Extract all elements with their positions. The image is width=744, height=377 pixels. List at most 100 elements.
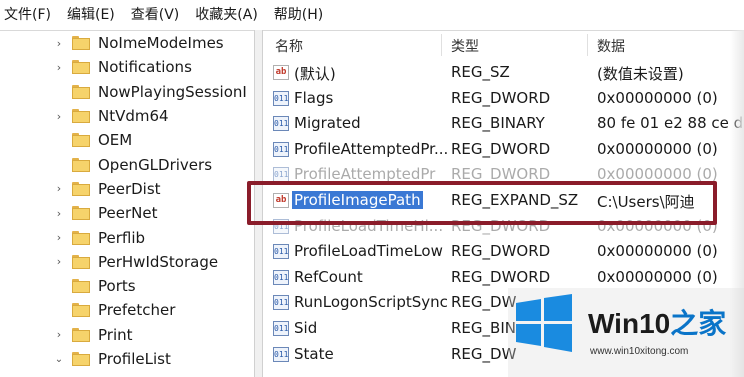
folder-icon [72, 157, 90, 172]
expand-arrow-icon[interactable]: › [54, 328, 64, 341]
binary-value-icon: 011 [273, 320, 289, 336]
expand-arrow-icon[interactable]: › [54, 231, 64, 244]
value-type: REG_DWORD [451, 88, 551, 107]
expand-arrow-icon[interactable]: › [54, 255, 64, 268]
watermark-title: Win10之家 [588, 302, 726, 342]
value-name: RunLogonScriptSync [294, 293, 448, 312]
binary-value-icon: 011 [273, 269, 289, 285]
value-row[interactable]: 011 RefCount REG_DWORD 0x00000000 (0) [263, 265, 744, 291]
folder-icon [72, 327, 90, 342]
value-type: REG_DW [451, 344, 517, 363]
value-row[interactable]: 011 ProfileLoadTimeLow REG_DWORD 0x00000… [263, 239, 744, 265]
folder-icon [72, 254, 90, 269]
expand-arrow-icon[interactable]: › [54, 61, 64, 74]
tree-item[interactable]: › PeerNet [0, 201, 254, 225]
value-name: Flags [294, 88, 334, 107]
expand-arrow-icon[interactable]: › [54, 207, 64, 220]
string-value-icon: ab [273, 65, 289, 80]
binary-value-icon: 011 [273, 346, 289, 362]
tree-item[interactable]: › Perflib [0, 225, 254, 249]
column-divider[interactable] [587, 34, 588, 56]
column-divider[interactable] [441, 34, 442, 56]
tree-item-label: PeerNet [98, 204, 158, 223]
value-data: 0x00000000 (0) [597, 242, 718, 261]
folder-icon [72, 109, 90, 124]
binary-value-icon: 011 [273, 141, 289, 157]
tree-item-label: PeerDist [98, 179, 161, 198]
menu-help[interactable]: 帮助(H) [266, 0, 331, 30]
value-type: REG_BIN [451, 318, 516, 337]
value-data: 0x00000000 (0) [597, 267, 718, 286]
value-row[interactable]: 011 Migrated REG_BINARY 80 fe 01 e2 88 c… [263, 111, 744, 137]
binary-value-icon: 011 [273, 116, 289, 132]
menu-edit[interactable]: 编辑(E) [59, 0, 123, 30]
value-data: 0x00000000 (0) [597, 139, 718, 158]
folder-icon [72, 279, 90, 294]
value-name: ProfileLoadTimeLow [294, 242, 443, 261]
column-header-name[interactable]: 名称 [275, 36, 303, 56]
value-data: (数值未设置) [597, 65, 684, 83]
value-row[interactable]: ab (默认) REG_SZ (数值未设置) [263, 60, 744, 86]
collapse-arrow-icon[interactable]: ⌄ [54, 354, 64, 365]
tree-item-label: OpenGLDrivers [98, 155, 213, 174]
tree-item-label: Perflib [98, 228, 146, 247]
tree-item-label: NtVdm64 [98, 107, 169, 126]
list-header: 名称 类型 数据 [263, 30, 744, 60]
tree-item-label: NowPlayingSessionI [98, 82, 247, 101]
watermark: Win10之家 www.win10xitong.com [508, 288, 744, 377]
value-type: REG_DWORD [451, 267, 551, 286]
tree-item-label: Prefetcher [98, 301, 176, 320]
tree-item-label: OEM [98, 131, 133, 150]
column-header-type[interactable]: 类型 [451, 36, 479, 56]
tree-item-label: PerHwIdStorage [98, 252, 219, 271]
tree-item-label: Notifications [98, 58, 192, 77]
registry-tree: › NoImeModeImes › Notifications NowPlaying… [0, 31, 254, 377]
watermark-url: www.win10xitong.com [590, 346, 689, 357]
value-type: REG_DWORD [451, 242, 551, 261]
tree-item-label: Print [98, 325, 133, 344]
tree-item[interactable]: OEM [0, 128, 254, 152]
tree-item[interactable]: Ports [0, 274, 254, 298]
folder-icon [72, 303, 90, 318]
value-name: (默认) [294, 65, 336, 83]
tree-item[interactable]: NowPlayingSessionI [0, 80, 254, 104]
column-header-data[interactable]: 数据 [597, 36, 625, 56]
value-row[interactable]: 011 Flags REG_DWORD 0x00000000 (0) [263, 86, 744, 112]
watermark-title-main: Win10 [588, 308, 671, 339]
expand-arrow-icon[interactable]: › [54, 110, 64, 123]
folder-icon [72, 84, 90, 99]
tree-item-profilelist[interactable]: ⌄ ProfileList [0, 347, 254, 371]
menu-view[interactable]: 查看(V) [123, 0, 188, 30]
menu-bar: 文件(F) 编辑(E) 查看(V) 收藏夹(A) 帮助(H) [0, 0, 744, 31]
tree-item[interactable]: › Notifications [0, 55, 254, 79]
value-name: ProfileAttemptedPr... [294, 139, 449, 158]
value-data: 80 fe 01 e2 88 ce d [597, 114, 744, 133]
tree-item[interactable]: › PeerDist [0, 177, 254, 201]
folder-icon [72, 36, 90, 51]
folder-open-icon [72, 352, 90, 366]
value-data: 0x00000000 (0) [597, 88, 718, 107]
menu-favorites[interactable]: 收藏夹(A) [187, 0, 266, 30]
value-name: RefCount [294, 267, 363, 286]
value-row[interactable]: 011 ProfileAttemptedPr... REG_DWORD 0x00… [263, 137, 744, 163]
tree-item[interactable]: › PerHwIdStorage [0, 250, 254, 274]
tree-item-label: NoImeModeImes [98, 34, 224, 53]
tree-item[interactable]: Prefetcher [0, 298, 254, 322]
value-name: Migrated [294, 114, 361, 133]
value-type: REG_SZ [451, 63, 510, 81]
tree-item[interactable]: OpenGLDrivers [0, 152, 254, 176]
binary-value-icon: 011 [273, 295, 289, 311]
folder-icon [72, 230, 90, 245]
tree-item-label: ProfileList [98, 350, 171, 368]
menu-file[interactable]: 文件(F) [0, 0, 59, 30]
expand-arrow-icon[interactable]: › [54, 37, 64, 50]
tree-item[interactable]: › NtVdm64 [0, 104, 254, 128]
tree-item-label: Ports [98, 277, 136, 296]
folder-icon [72, 181, 90, 196]
expand-arrow-icon[interactable]: › [54, 182, 64, 195]
binary-value-icon: 011 [273, 244, 289, 260]
folder-icon [72, 60, 90, 75]
tree-item[interactable]: › NoImeModeImes [0, 31, 254, 55]
tree-item[interactable]: › Print [0, 323, 254, 347]
binary-value-icon: 011 [273, 90, 289, 106]
